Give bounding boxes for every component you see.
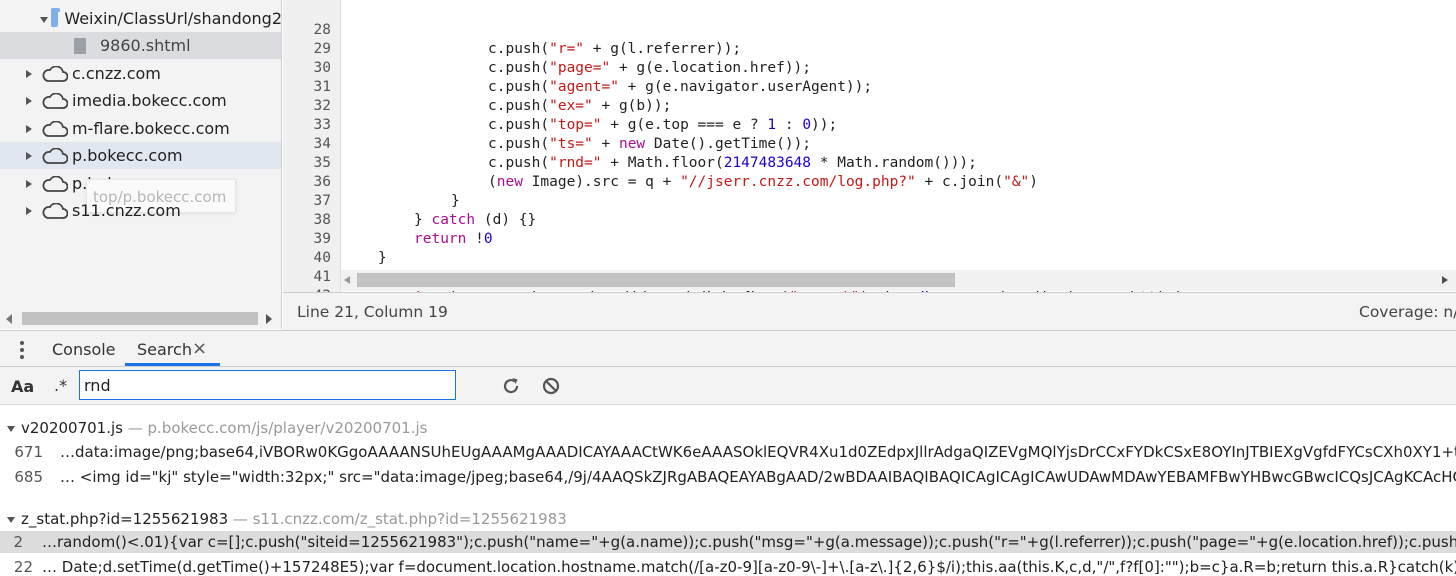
cloud-icon — [42, 120, 68, 137]
editor-status-bar: Line 21, Column 19 Coverage: n/a — [283, 292, 1456, 330]
expand-arrow-icon[interactable] — [40, 14, 50, 24]
file-icon — [74, 37, 86, 54]
result-file-header[interactable]: v20200701.js — p.bokecc.com/js/player/v2… — [0, 416, 1456, 440]
match-line-number: 2 — [13, 533, 23, 551]
search-results: v20200701.js — p.bokecc.com/js/player/v2… — [0, 405, 1456, 576]
result-file-name: v20200701.js — [21, 419, 123, 437]
cursor-position: Line 21, Column 19 — [297, 303, 448, 321]
tab-label: Search — [137, 340, 192, 359]
match-line-number: 671 — [14, 443, 43, 461]
search-input[interactable] — [79, 370, 456, 400]
match-line-number: 685 — [14, 468, 43, 486]
expand-arrow-icon[interactable] — [7, 514, 17, 524]
drawer-tab-bar: Console Search × — [0, 330, 1456, 367]
code-line: 33 c.push("ts=" + new Date().getTime()); — [283, 97, 1456, 152]
cloud-icon — [42, 147, 68, 164]
result-match-row[interactable]: 685 … <img id="kj" style="width:32px;" s… — [0, 466, 1456, 488]
match-text: … <img id="kj" style="width:32px;" src="… — [60, 468, 1456, 486]
result-file-name: z_stat.php?id=1255621983 — [21, 510, 229, 528]
code-editor[interactable]: 28 c.push("r=" + g(l.referrer)); 29 c.pu… — [283, 0, 1456, 292]
expand-arrow-icon[interactable] — [24, 96, 34, 106]
tree-item-label: 9860.shtml — [100, 36, 191, 55]
expand-arrow-icon[interactable] — [24, 124, 34, 134]
tree-file-9860-shtml[interactable]: 9860.shtml — [0, 32, 281, 59]
code-line: 30 c.push("agent=" + g(e.navigator.userA… — [283, 40, 1456, 95]
tree-domain-imedia-bokecc[interactable]: imedia.bokecc.com — [0, 87, 281, 114]
result-file-path: — s11.cnzz.com/z_stat.php?id=1255621983 — [228, 510, 567, 528]
code-line: 31 c.push("ex=" + g(b)); — [283, 59, 1456, 114]
expand-arrow-icon[interactable] — [24, 151, 34, 161]
search-toolbar: Aa .* — [0, 367, 1456, 405]
code-line: 34 c.push("rnd=" + Math.floor(2147483648… — [283, 116, 1456, 171]
tree-item-label: s11.cnzz.com — [72, 201, 181, 220]
tree-item-label: p.bokecc.com — [72, 146, 183, 165]
cloud-icon — [42, 175, 68, 192]
code-line: 41 for (var a = document.getElementsByTa… — [283, 249, 1456, 292]
regex-toggle[interactable]: .* — [54, 376, 67, 395]
expand-arrow-icon[interactable] — [24, 206, 34, 216]
cloud-icon — [42, 92, 68, 109]
code-line: 37 } catch (d) {} — [283, 173, 1456, 228]
result-file-path: — p.bokecc.com/js/player/v20200701.js — [122, 419, 428, 437]
code-line: 39 } — [283, 211, 1456, 266]
scroll-right-arrow-icon[interactable] — [266, 314, 272, 324]
match-case-toggle[interactable]: Aa — [11, 377, 34, 396]
tree-item-label: Weixin/ClassUrl/shandong2 — [64, 9, 282, 28]
tree-horizontal-scrollbar[interactable] — [0, 305, 281, 329]
code-line: 38 return !0 — [283, 192, 1456, 247]
close-icon[interactable]: × — [192, 338, 207, 359]
expand-arrow-icon[interactable] — [7, 423, 17, 433]
code-line: 28 c.push("r=" + g(l.referrer)); — [283, 2, 1456, 57]
cloud-icon — [42, 202, 68, 219]
editor-horizontal-scrollbar[interactable] — [341, 270, 1456, 291]
tree-item-label: c.cnzz.com — [72, 64, 161, 83]
code-line: 36 } — [283, 154, 1456, 209]
tree-item-label: imedia.bokecc.com — [72, 91, 227, 110]
sources-file-tree: Weixin/ClassUrl/shandong2 9860.shtml c.c… — [0, 0, 282, 329]
expand-arrow-icon[interactable] — [24, 69, 34, 79]
result-match-row-selected[interactable]: 2 …random()<.01){var c=[];c.push("siteid… — [0, 531, 1456, 553]
result-match-row[interactable]: 22 … Date;d.setTime(d.getTime()+157248E5… — [0, 556, 1456, 576]
code-line: 35 (new Image).src = q + "//jserr.cnzz.c… — [283, 135, 1456, 190]
folder-icon — [51, 7, 61, 27]
tree-domain-p-bokecc[interactable]: p.bokecc.com — [0, 142, 281, 169]
match-text: …data:image/png;base64,iVBORw0KGgoAAAANS… — [60, 443, 1456, 461]
result-file-title: z_stat.php?id=1255621983 — s11.cnzz.com/… — [21, 510, 567, 528]
tree-folder-shandong2[interactable]: Weixin/ClassUrl/shandong2 — [0, 5, 282, 32]
clear-icon[interactable] — [540, 375, 562, 397]
tree-domain-s11-cnzz[interactable]: s11.cnzz.com — [0, 197, 281, 224]
match-text: …random()<.01){var c=[];c.push("siteid=1… — [42, 533, 1456, 551]
tree-item-label: m-flare.bokecc.com — [72, 119, 230, 138]
code-line: 32 c.push("top=" + g(e.top === e ? 1 : 0… — [283, 78, 1456, 133]
tree-domain-m-flare-bokecc[interactable]: m-flare.bokecc.com — [0, 115, 281, 142]
scroll-left-arrow-icon[interactable] — [344, 276, 350, 284]
more-options-icon[interactable] — [20, 341, 24, 359]
result-file-header[interactable]: z_stat.php?id=1255621983 — s11.cnzz.com/… — [0, 507, 1456, 531]
scrollbar-thumb[interactable] — [22, 312, 258, 325]
match-line-number: 22 — [13, 558, 33, 576]
scroll-right-arrow-icon[interactable] — [1442, 276, 1448, 284]
result-match-row[interactable]: 671 …data:image/png;base64,iVBORw0KGgoAA… — [0, 441, 1456, 463]
expand-arrow-icon[interactable] — [24, 179, 34, 189]
scroll-left-arrow-icon[interactable] — [6, 314, 12, 324]
result-file-title: v20200701.js — p.bokecc.com/js/player/v2… — [21, 419, 427, 437]
scrollbar-thumb[interactable] — [357, 273, 955, 287]
refresh-icon[interactable] — [500, 375, 522, 397]
cloud-icon — [42, 65, 68, 82]
coverage-status: Coverage: n/a — [1359, 303, 1456, 321]
code-line: 40 var q = function() { — [283, 230, 1456, 285]
tab-console[interactable]: Console — [52, 340, 116, 359]
code-line: 29 c.push("page=" + g(e.location.href)); — [283, 21, 1456, 76]
tree-domain-c-cnzz[interactable]: c.cnzz.com — [0, 60, 281, 87]
match-text: … Date;d.setTime(d.getTime()+157248E5);v… — [42, 558, 1456, 576]
